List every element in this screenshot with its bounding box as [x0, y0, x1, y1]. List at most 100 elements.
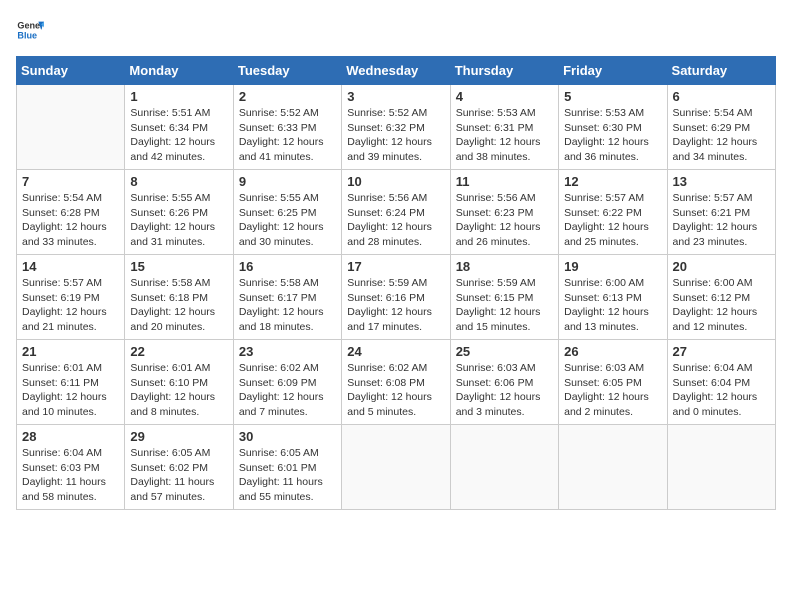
calendar-cell: 26 Sunrise: 6:03 AMSunset: 6:05 PMDayligh…: [559, 340, 667, 425]
calendar-cell: 10Sunrise: 5:56 AMSunset: 6:24 PMDayligh…: [342, 170, 450, 255]
calendar-week-row: 28 Sunrise: 6:04 AMSunset: 6:03 PMDayligh…: [17, 425, 776, 510]
calendar-cell: 4 Sunrise: 5:53 AMSunset: 6:31 PMDaylight…: [450, 85, 558, 170]
calendar-cell: 11Sunrise: 5:56 AMSunset: 6:23 PMDayligh…: [450, 170, 558, 255]
calendar-cell: 8 Sunrise: 5:55 AMSunset: 6:26 PMDaylight…: [125, 170, 233, 255]
day-info: Sunrise: 6:05 AMSunset: 6:02 PMDaylight:…: [130, 446, 227, 505]
day-number: 23: [239, 344, 336, 359]
day-number: 15: [130, 259, 227, 274]
weekday-header: Thursday: [450, 57, 558, 85]
day-number: 21: [22, 344, 119, 359]
day-info: Sunrise: 6:00 AMSunset: 6:12 PMDaylight:…: [673, 276, 770, 335]
calendar-cell: 18 Sunrise: 5:59 AMSunset: 6:15 PMDayligh…: [450, 255, 558, 340]
weekday-header: Wednesday: [342, 57, 450, 85]
day-info: Sunrise: 6:02 AMSunset: 6:08 PMDaylight:…: [347, 361, 444, 420]
day-number: 17: [347, 259, 444, 274]
day-number: 19: [564, 259, 661, 274]
day-info: Sunrise: 6:04 AMSunset: 6:03 PMDaylight:…: [22, 446, 119, 505]
day-number: 14: [22, 259, 119, 274]
svg-text:Blue: Blue: [17, 30, 37, 40]
day-number: 9: [239, 174, 336, 189]
day-info: Sunrise: 5:53 AMSunset: 6:31 PMDaylight:…: [456, 106, 553, 165]
calendar-cell: 12 Sunrise: 5:57 AMSunset: 6:22 PMDayligh…: [559, 170, 667, 255]
day-info: Sunrise: 5:56 AMSunset: 6:23 PMDaylight:…: [456, 191, 553, 250]
day-info: Sunrise: 5:59 AMSunset: 6:16 PMDaylight:…: [347, 276, 444, 335]
logo-icon: General Blue: [16, 16, 44, 44]
day-number: 26: [564, 344, 661, 359]
calendar-cell: 30 Sunrise: 6:05 AMSunset: 6:01 PMDayligh…: [233, 425, 341, 510]
day-number: 4: [456, 89, 553, 104]
day-number: 18: [456, 259, 553, 274]
day-info: Sunrise: 6:03 AMSunset: 6:06 PMDaylight:…: [456, 361, 553, 420]
calendar-cell: 19 Sunrise: 6:00 AMSunset: 6:13 PMDayligh…: [559, 255, 667, 340]
calendar-cell: 28 Sunrise: 6:04 AMSunset: 6:03 PMDayligh…: [17, 425, 125, 510]
calendar-week-row: 14 Sunrise: 5:57 AMSunset: 6:19 PMDayligh…: [17, 255, 776, 340]
calendar-cell: 29 Sunrise: 6:05 AMSunset: 6:02 PMDayligh…: [125, 425, 233, 510]
day-number: 1: [130, 89, 227, 104]
weekday-header: Tuesday: [233, 57, 341, 85]
day-info: Sunrise: 5:55 AMSunset: 6:25 PMDaylight:…: [239, 191, 336, 250]
weekday-header: Friday: [559, 57, 667, 85]
calendar-cell: 13Sunrise: 5:57 AMSunset: 6:21 PMDayligh…: [667, 170, 775, 255]
calendar-cell: 20Sunrise: 6:00 AMSunset: 6:12 PMDayligh…: [667, 255, 775, 340]
day-info: Sunrise: 5:57 AMSunset: 6:21 PMDaylight:…: [673, 191, 770, 250]
day-info: Sunrise: 6:03 AMSunset: 6:05 PMDaylight:…: [564, 361, 661, 420]
calendar-cell: 7 Sunrise: 5:54 AMSunset: 6:28 PMDaylight…: [17, 170, 125, 255]
calendar-cell: 21 Sunrise: 6:01 AMSunset: 6:11 PMDayligh…: [17, 340, 125, 425]
day-info: Sunrise: 6:00 AMSunset: 6:13 PMDaylight:…: [564, 276, 661, 335]
calendar-cell: [450, 425, 558, 510]
calendar-cell: 17 Sunrise: 5:59 AMSunset: 6:16 PMDayligh…: [342, 255, 450, 340]
calendar-cell: [342, 425, 450, 510]
calendar-cell: 9 Sunrise: 5:55 AMSunset: 6:25 PMDaylight…: [233, 170, 341, 255]
calendar-cell: 27Sunrise: 6:04 AMSunset: 6:04 PMDayligh…: [667, 340, 775, 425]
calendar-cell: 25 Sunrise: 6:03 AMSunset: 6:06 PMDayligh…: [450, 340, 558, 425]
day-info: Sunrise: 5:57 AMSunset: 6:22 PMDaylight:…: [564, 191, 661, 250]
calendar-cell: 24 Sunrise: 6:02 AMSunset: 6:08 PMDayligh…: [342, 340, 450, 425]
calendar-week-row: 21 Sunrise: 6:01 AMSunset: 6:11 PMDayligh…: [17, 340, 776, 425]
weekday-header: Sunday: [17, 57, 125, 85]
calendar-cell: [667, 425, 775, 510]
day-info: Sunrise: 5:53 AMSunset: 6:30 PMDaylight:…: [564, 106, 661, 165]
day-number: 28: [22, 429, 119, 444]
day-info: Sunrise: 5:54 AMSunset: 6:28 PMDaylight:…: [22, 191, 119, 250]
day-info: Sunrise: 5:57 AMSunset: 6:19 PMDaylight:…: [22, 276, 119, 335]
day-info: Sunrise: 5:52 AMSunset: 6:32 PMDaylight:…: [347, 106, 444, 165]
calendar-cell: 3 Sunrise: 5:52 AMSunset: 6:32 PMDaylight…: [342, 85, 450, 170]
day-number: 7: [22, 174, 119, 189]
calendar-cell: 1 Sunrise: 5:51 AMSunset: 6:34 PMDaylight…: [125, 85, 233, 170]
day-info: Sunrise: 6:01 AMSunset: 6:11 PMDaylight:…: [22, 361, 119, 420]
day-number: 3: [347, 89, 444, 104]
calendar-cell: 16Sunrise: 5:58 AMSunset: 6:17 PMDayligh…: [233, 255, 341, 340]
calendar-cell: [559, 425, 667, 510]
calendar-cell: 22Sunrise: 6:01 AMSunset: 6:10 PMDayligh…: [125, 340, 233, 425]
calendar-cell: 5 Sunrise: 5:53 AMSunset: 6:30 PMDaylight…: [559, 85, 667, 170]
day-number: 5: [564, 89, 661, 104]
calendar-body: 1 Sunrise: 5:51 AMSunset: 6:34 PMDaylight…: [17, 85, 776, 510]
logo: General Blue: [16, 16, 48, 44]
day-info: Sunrise: 6:04 AMSunset: 6:04 PMDaylight:…: [673, 361, 770, 420]
calendar-week-row: 7 Sunrise: 5:54 AMSunset: 6:28 PMDaylight…: [17, 170, 776, 255]
day-info: Sunrise: 5:58 AMSunset: 6:18 PMDaylight:…: [130, 276, 227, 335]
day-info: Sunrise: 5:51 AMSunset: 6:34 PMDaylight:…: [130, 106, 227, 165]
day-info: Sunrise: 6:02 AMSunset: 6:09 PMDaylight:…: [239, 361, 336, 420]
day-number: 10: [347, 174, 444, 189]
calendar-cell: 15 Sunrise: 5:58 AMSunset: 6:18 PMDayligh…: [125, 255, 233, 340]
day-number: 30: [239, 429, 336, 444]
calendar-table: SundayMondayTuesdayWednesdayThursdayFrid…: [16, 56, 776, 510]
calendar-cell: 23 Sunrise: 6:02 AMSunset: 6:09 PMDayligh…: [233, 340, 341, 425]
day-number: 12: [564, 174, 661, 189]
day-info: Sunrise: 5:55 AMSunset: 6:26 PMDaylight:…: [130, 191, 227, 250]
day-info: Sunrise: 5:58 AMSunset: 6:17 PMDaylight:…: [239, 276, 336, 335]
weekday-header: Monday: [125, 57, 233, 85]
day-number: 8: [130, 174, 227, 189]
day-info: Sunrise: 6:01 AMSunset: 6:10 PMDaylight:…: [130, 361, 227, 420]
calendar-cell: [17, 85, 125, 170]
day-info: Sunrise: 5:52 AMSunset: 6:33 PMDaylight:…: [239, 106, 336, 165]
calendar-header: SundayMondayTuesdayWednesdayThursdayFrid…: [17, 57, 776, 85]
calendar-cell: 2Sunrise: 5:52 AMSunset: 6:33 PMDaylight…: [233, 85, 341, 170]
calendar-cell: 14 Sunrise: 5:57 AMSunset: 6:19 PMDayligh…: [17, 255, 125, 340]
day-number: 25: [456, 344, 553, 359]
day-info: Sunrise: 6:05 AMSunset: 6:01 PMDaylight:…: [239, 446, 336, 505]
day-number: 29: [130, 429, 227, 444]
day-info: Sunrise: 5:59 AMSunset: 6:15 PMDaylight:…: [456, 276, 553, 335]
day-number: 24: [347, 344, 444, 359]
